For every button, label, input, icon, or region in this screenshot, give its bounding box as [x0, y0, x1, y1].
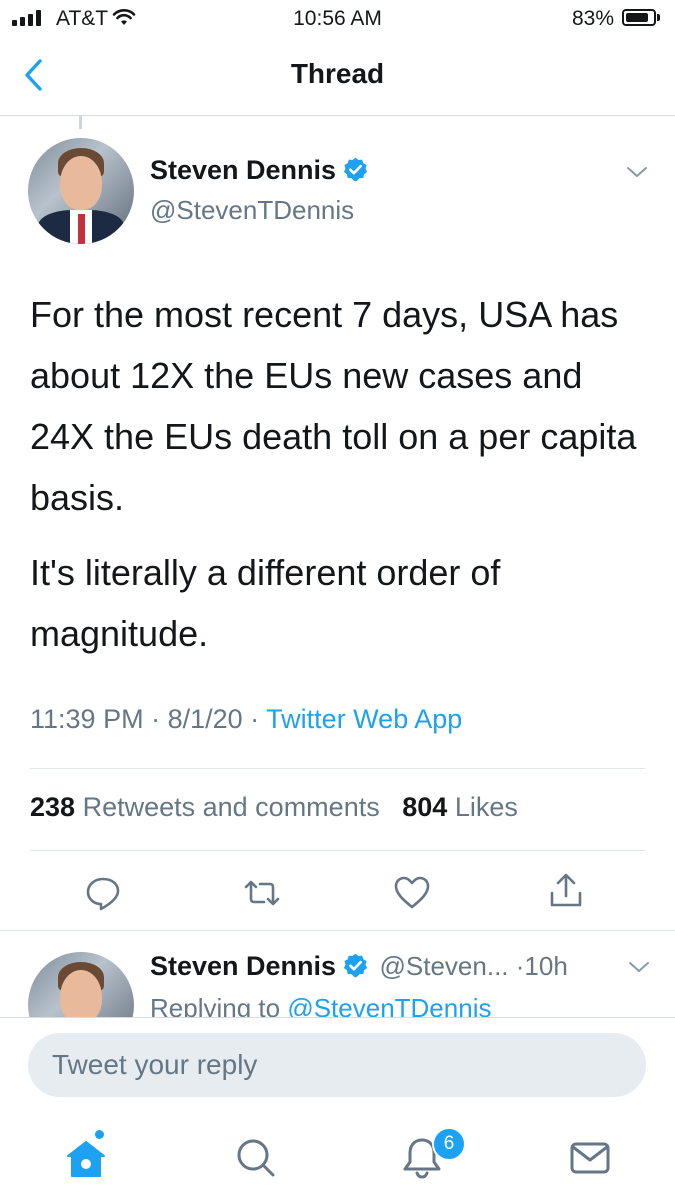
- tweet-time: 11:39 PM: [30, 704, 144, 734]
- retweets-count: 238: [30, 792, 76, 822]
- chevron-down-icon[interactable]: [626, 957, 652, 977]
- page-title: Thread: [290, 58, 385, 89]
- tweet-stats: 238 Retweets and comments 804 Likes: [30, 792, 518, 823]
- search-icon[interactable]: [232, 1134, 280, 1182]
- likes-count: 804: [402, 792, 448, 822]
- verified-icon: [343, 953, 368, 978]
- battery-icon: [622, 9, 656, 26]
- battery-percent: 83%: [572, 7, 615, 30]
- share-icon[interactable]: [546, 871, 586, 911]
- verified-icon: [343, 157, 368, 182]
- home-icon[interactable]: [62, 1134, 110, 1182]
- replying-to: Replying to @StevenTDennis: [150, 993, 491, 1017]
- notifications-badge: 6: [432, 1127, 466, 1161]
- replying-to-link[interactable]: @StevenTDennis: [287, 993, 491, 1017]
- reply-tweet[interactable]: Steven Dennis @Steven... ·10h Replying t…: [0, 931, 675, 1017]
- replying-prefix: Replying to: [150, 993, 281, 1017]
- like-icon[interactable]: [392, 873, 432, 913]
- battery-cap: [657, 14, 660, 21]
- divider: [30, 768, 645, 769]
- tweet-date: 8/1/20: [167, 704, 243, 734]
- reply-author-row: Steven Dennis @Steven... ·10h: [150, 951, 568, 981]
- tweet-text-paragraph-2: It's literally a different order of magn…: [30, 552, 501, 654]
- nav-bar: Thread: [0, 38, 675, 116]
- chevron-down-icon[interactable]: [624, 162, 650, 182]
- tweet-age: 10h: [524, 951, 568, 981]
- author-name[interactable]: Steven Dennis: [150, 155, 336, 185]
- retweet-icon[interactable]: [242, 873, 282, 913]
- messages-icon[interactable]: [566, 1134, 614, 1182]
- divider: [30, 850, 645, 851]
- retweets-label: Retweets and comments: [82, 792, 380, 822]
- home-unread-dot: [95, 1130, 104, 1139]
- author-name[interactable]: Steven Dennis: [150, 951, 336, 981]
- avatar[interactable]: [28, 138, 134, 244]
- reply-icon[interactable]: [83, 873, 123, 913]
- reply-input[interactable]: [28, 1033, 646, 1097]
- author-handle[interactable]: @Steven...: [380, 951, 509, 981]
- likes-stat[interactable]: 804 Likes: [402, 792, 518, 822]
- author-row: Steven Dennis: [150, 155, 369, 186]
- tweet-source-link[interactable]: Twitter Web App: [266, 704, 462, 734]
- tweet-meta: 11:39 PM · 8/1/20 · Twitter Web App: [30, 704, 463, 734]
- retweets-stat[interactable]: 238 Retweets and comments: [30, 792, 380, 822]
- thread-connector: [79, 115, 82, 129]
- likes-label: Likes: [454, 792, 518, 822]
- status-bar: AT&T 10:56 AM 83%: [0, 0, 675, 38]
- avatar[interactable]: [28, 952, 134, 1017]
- tweet-text-paragraph-1: For the most recent 7 days, USA has abou…: [30, 294, 637, 518]
- author-handle[interactable]: @StevenTDennis: [150, 195, 354, 226]
